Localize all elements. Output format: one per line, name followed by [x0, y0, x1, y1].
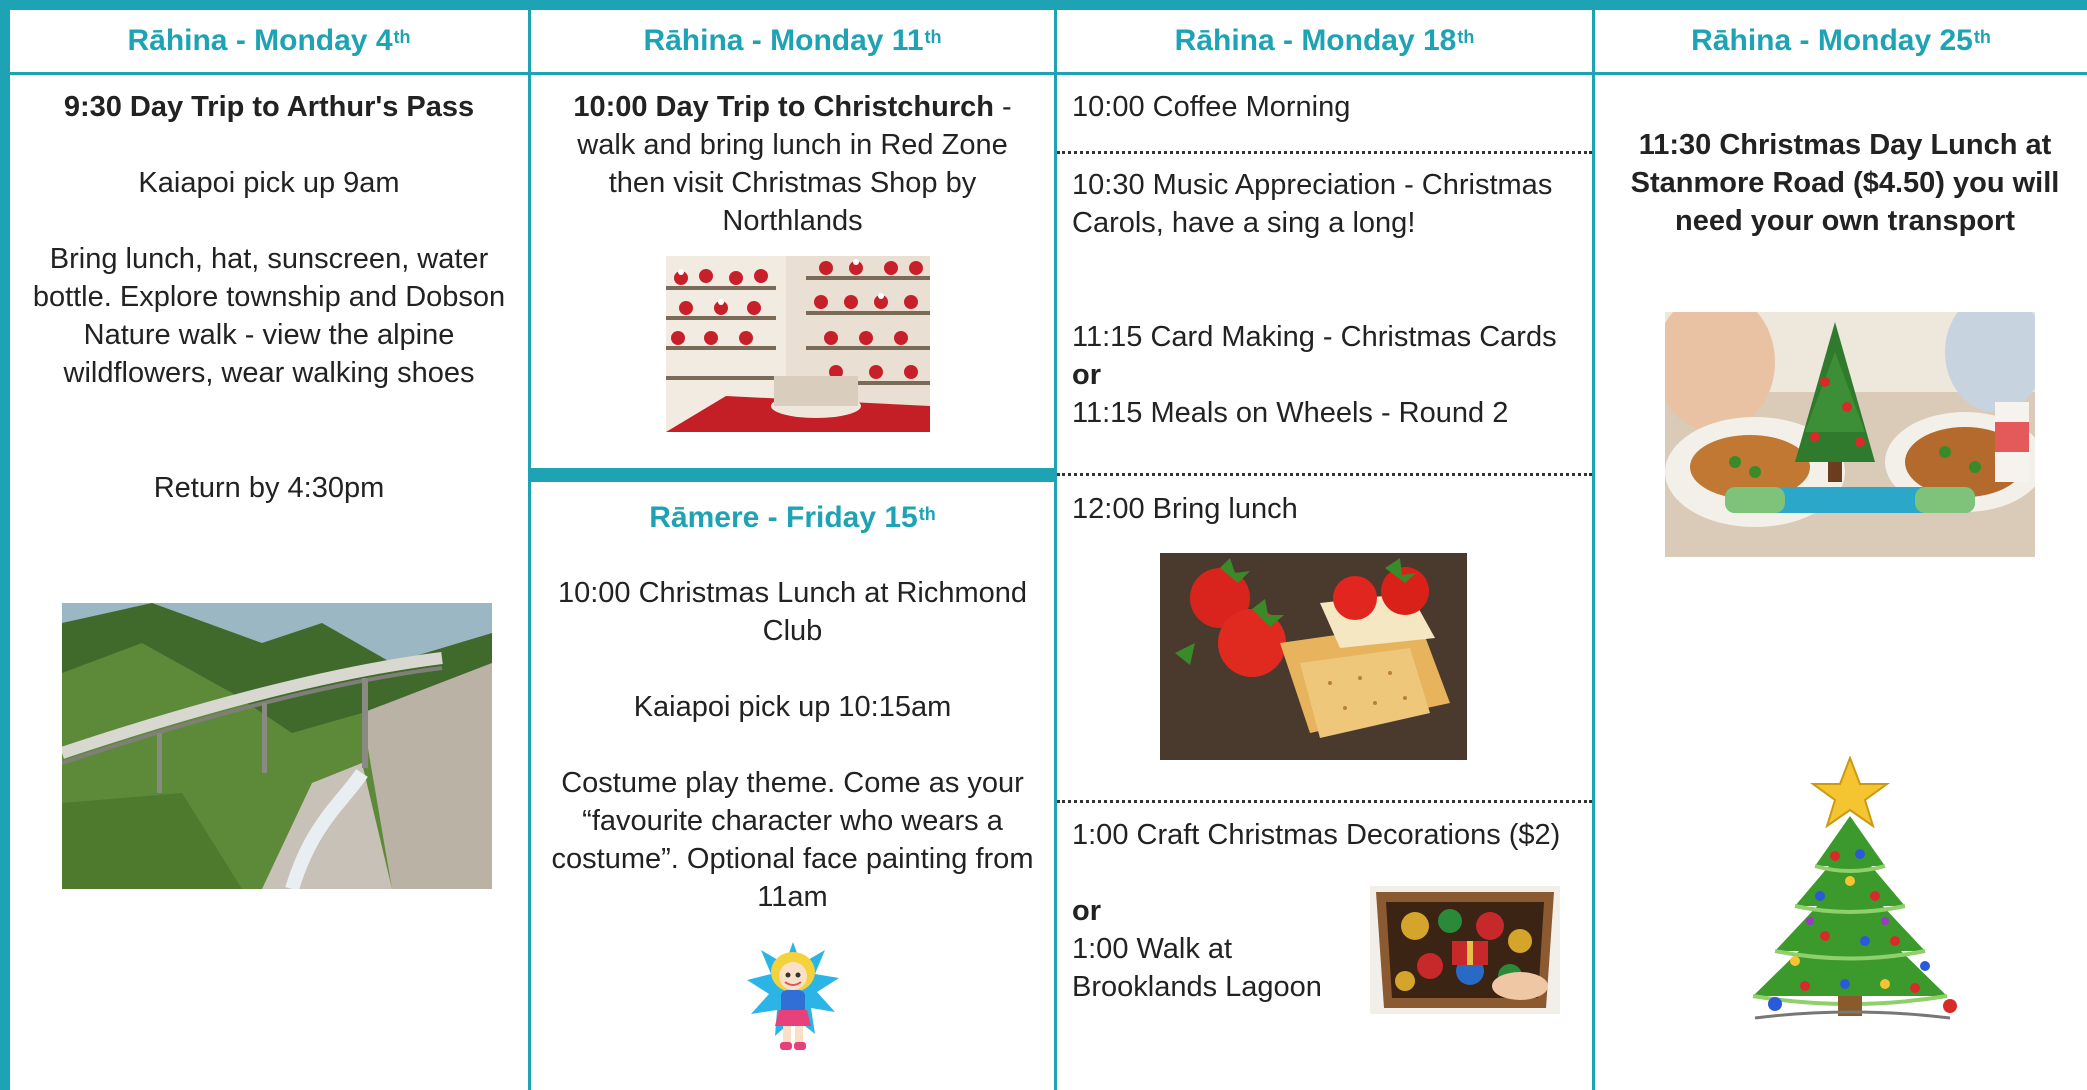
event-christmas-day-lunch: 11:30 Christmas Day Lunch at Stanmore Ro… [1630, 129, 2060, 237]
event-title: 9:30 Day Trip to Arthur's Pass [63, 91, 475, 123]
friday-header: Rāmere - Friday 15th [531, 498, 1054, 538]
event-details: Bring lunch, hat, sunscreen, water bottl… [32, 243, 506, 389]
day-header: Rāhina - Monday 18th [1057, 10, 1592, 75]
day-suffix: th [393, 26, 411, 47]
christmas-tree-icon [1735, 756, 1965, 1026]
event-brooklands-walk: 1:00 Walk at Brooklands Lagoon [1072, 933, 1322, 1003]
day-header-label: Rāhina - Monday 18 [1174, 24, 1457, 57]
day-column-25th: Rāhina - Monday 25th 11:30 Christmas Day… [1595, 10, 2087, 1090]
arthurs-pass-viaduct-photo [62, 603, 492, 889]
day-suffix: th [1457, 26, 1475, 47]
event-costume: Costume play theme. Come as your “favour… [551, 767, 1034, 913]
event-divider [1057, 800, 1592, 803]
christmas-dinner-photo [1665, 312, 2035, 557]
day-header-label: Rāhina - Monday 4 [127, 24, 393, 57]
day-column-18th: Rāhina - Monday 18th 10:00 Coffee Mornin… [1057, 10, 1592, 1090]
day-suffix: th [924, 26, 942, 47]
day-column-4th: Rāhina - Monday 4th 9:30 Day Trip to Art… [10, 10, 528, 1090]
event-card-making: 11:15 Card Making - Christmas Cards [1072, 321, 1557, 353]
section-divider [528, 468, 1054, 482]
event-bring-lunch: 12:00 Bring lunch [1072, 493, 1298, 525]
event-craft-decorations: 1:00 Craft Christmas Decorations ($2) [1072, 819, 1561, 851]
event-meals-on-wheels: 11:15 Meals on Wheels - Round 2 [1072, 397, 1509, 429]
day-suffix: th [918, 503, 936, 524]
day-header: Rāhina - Monday 4th [10, 10, 528, 75]
event-pickup: Kaiapoi pick up 10:15am [633, 691, 952, 723]
day-suffix: th [1973, 26, 1991, 47]
day-header-label: Rāhina - Monday 25 [1691, 24, 1973, 57]
crackers-tomatoes-photo [1160, 553, 1467, 760]
christmas-shop-photo [666, 256, 930, 432]
day-column-11th: Rāhina - Monday 11th 10:00 Day Trip to C… [528, 10, 1054, 1090]
event-return: Return by 4:30pm [153, 472, 385, 504]
event-christchurch: 10:00 Day Trip to Christchurch - walk an… [549, 88, 1036, 240]
friday-header-label: Rāmere - Friday 15 [649, 501, 918, 534]
decorations-box-photo [1370, 886, 1560, 1014]
day-header: Rāhina - Monday 11th [531, 10, 1054, 75]
or-label: or [1072, 359, 1101, 391]
day-header: Rāhina - Monday 25th [1595, 10, 2087, 75]
event-coffee-morning: 10:00 Coffee Morning [1072, 91, 1351, 123]
event-music-appreciation: 10:30 Music Appreciation - Christmas Car… [1072, 169, 1553, 239]
event-divider [1057, 473, 1592, 476]
day-header-label: Rāhina - Monday 11 [643, 24, 924, 57]
superhero-girl-icon [745, 940, 841, 1056]
event-divider [1057, 151, 1592, 154]
event-pickup: Kaiapoi pick up 9am [138, 167, 400, 199]
event-title: 10:00 Day Trip to Christchurch [573, 91, 994, 123]
event-christmas-lunch: 10:00 Christmas Lunch at Richmond Club [557, 577, 1028, 647]
